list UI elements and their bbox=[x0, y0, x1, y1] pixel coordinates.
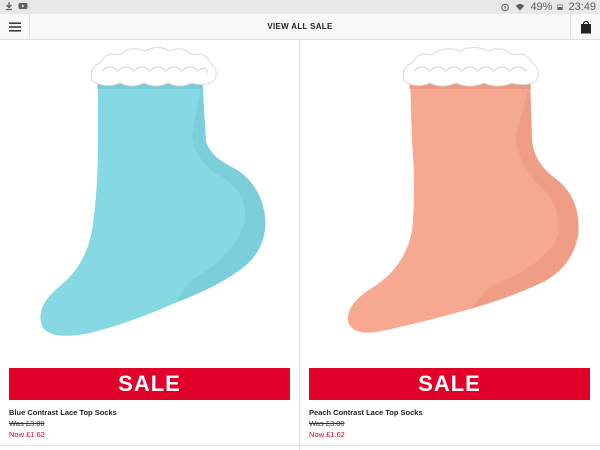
battery-percent: 49% bbox=[530, 1, 553, 13]
was-price: Was £3.00 bbox=[309, 419, 345, 428]
clock: 23:49 bbox=[568, 1, 596, 13]
status-left bbox=[4, 1, 28, 11]
wifi-icon bbox=[516, 3, 525, 11]
status-right: 49% 23:49 bbox=[500, 0, 596, 14]
youtube-icon bbox=[18, 3, 28, 9]
bag-button[interactable] bbox=[570, 14, 600, 40]
sock-body bbox=[40, 76, 266, 336]
battery-icon bbox=[557, 4, 564, 10]
app-header: VIEW ALL SALE bbox=[0, 14, 600, 40]
row-divider bbox=[0, 445, 600, 446]
hamburger-menu-icon bbox=[8, 22, 21, 32]
menu-button[interactable] bbox=[0, 14, 30, 40]
was-price: Was £3.00 bbox=[9, 419, 45, 428]
now-price: Now £1.62 bbox=[309, 430, 345, 439]
product-image[interactable] bbox=[320, 41, 580, 351]
page-title[interactable]: VIEW ALL SALE bbox=[30, 14, 570, 40]
shopping-bag-icon bbox=[580, 20, 591, 34]
alarm-icon bbox=[501, 3, 510, 12]
download-icon bbox=[6, 2, 12, 11]
product-card[interactable]: SALE Blue Contrast Lace Top Socks Was £3… bbox=[0, 41, 299, 445]
status-bar: 49% 23:49 bbox=[0, 0, 600, 14]
now-price: Now £1.62 bbox=[9, 430, 45, 439]
product-image[interactable] bbox=[20, 41, 280, 351]
product-card[interactable]: SALE Peach Contrast Lace Top Socks Was £… bbox=[300, 41, 599, 445]
product-grid: SALE Blue Contrast Lace Top Socks Was £3… bbox=[0, 41, 600, 450]
product-name[interactable]: Peach Contrast Lace Top Socks bbox=[309, 408, 423, 417]
sock-body bbox=[347, 76, 579, 333]
sale-banner[interactable]: SALE bbox=[309, 368, 590, 400]
product-name[interactable]: Blue Contrast Lace Top Socks bbox=[9, 408, 117, 417]
sale-banner[interactable]: SALE bbox=[9, 368, 290, 400]
